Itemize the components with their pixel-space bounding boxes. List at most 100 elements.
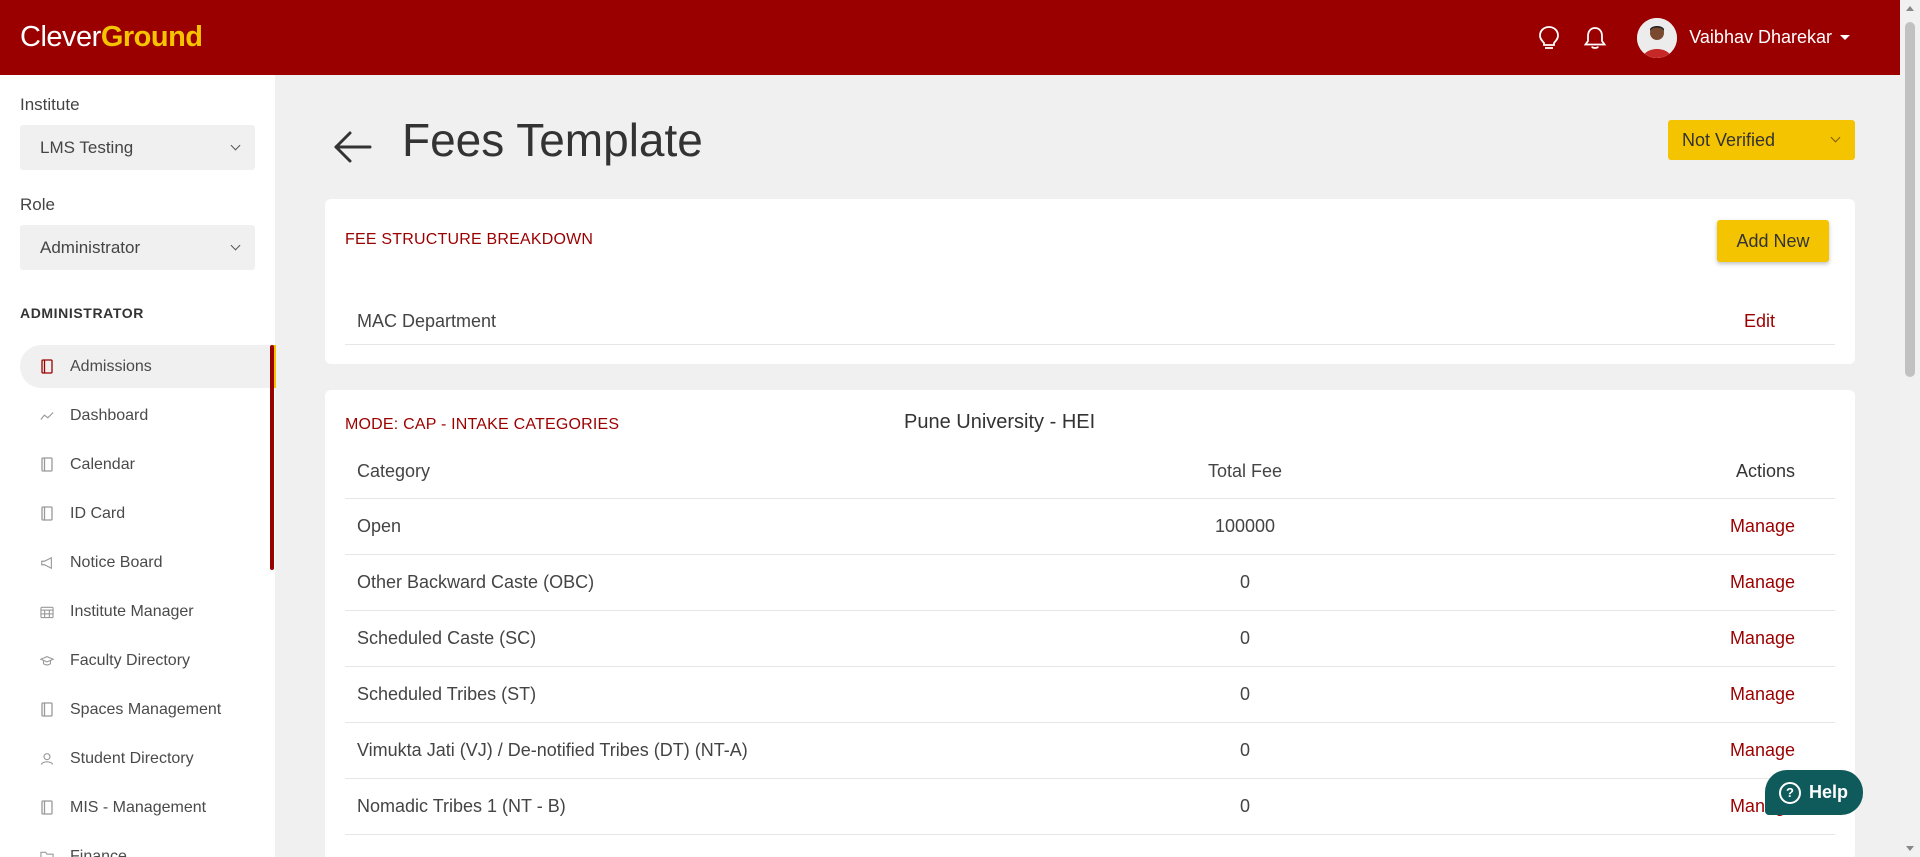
question-mark-icon: ? <box>1779 781 1801 804</box>
trend-line-icon <box>40 408 54 424</box>
intake-categories-card: MODE: CAP - INTAKE CATEGORIES Pune Unive… <box>325 390 1855 857</box>
clever-ground-logo[interactable]: CleverGround <box>20 21 203 54</box>
sidebar-item-spaces-management[interactable]: Spaces Management <box>20 688 270 731</box>
role-select[interactable]: Administrator <box>20 225 255 270</box>
sidebar-item-label: Faculty Directory <box>70 651 191 669</box>
table-row: Scheduled Caste (SC) 0 Manage <box>345 611 1835 667</box>
add-new-button[interactable]: Add New <box>1717 220 1829 262</box>
page-scrollbar[interactable] <box>1900 0 1920 857</box>
role-label: Role <box>20 195 55 214</box>
university-name: Pune University - HEI <box>904 411 1096 433</box>
table-row: Scheduled Tribes (ST) 0 Manage <box>345 667 1835 723</box>
calendar-grid-icon <box>40 604 54 620</box>
category-cell: Vimukta Jati (VJ) / De-notified Tribes (… <box>357 740 748 760</box>
institute-label: Institute <box>20 95 80 114</box>
top-bar: CleverGround Vaibhav Dharekar <box>0 0 1900 75</box>
sidebar-item-label: Institute Manager <box>70 602 194 620</box>
institute-select-value: LMS Testing <box>40 137 134 157</box>
sidebar-item-label: Student Directory <box>70 749 194 767</box>
category-cell: Scheduled Tribes (ST) <box>357 684 537 704</box>
book-icon <box>40 506 54 522</box>
user-name[interactable]: Vaibhav Dharekar <box>1689 27 1832 48</box>
logo-text-clever: Clever <box>20 21 101 53</box>
table-row: Nomadic Tribes 1 (NT - B) 0 Manage <box>345 779 1835 835</box>
sidebar: Institute LMS Testing Role Administrator… <box>0 75 276 857</box>
fee-structure-row: MAC Department Edit <box>345 298 1835 345</box>
sidebar-item-label: ID Card <box>70 504 126 522</box>
scroll-down-arrow-icon[interactable] <box>1906 846 1914 851</box>
edit-link[interactable]: Edit <box>1744 298 1775 345</box>
sidebar-item-student-directory[interactable]: Student Directory <box>20 737 270 780</box>
verification-status-dropdown[interactable]: Not Verified <box>1668 120 1855 160</box>
chevron-down-icon <box>1830 132 1841 143</box>
book-icon <box>40 457 54 473</box>
lightbulb-icon[interactable] <box>1535 24 1563 52</box>
page-title: Fees Template <box>402 114 703 166</box>
column-header-total-fee: Total Fee <box>1207 461 1283 481</box>
department-name: MAC Department <box>357 310 497 331</box>
megaphone-icon <box>40 555 54 571</box>
chevron-down-icon <box>230 240 241 251</box>
user-icon <box>40 751 54 767</box>
table-header: Category Total Fee Actions <box>345 445 1835 499</box>
graduation-cap-icon <box>40 653 54 669</box>
book-icon <box>40 702 54 718</box>
institute-select[interactable]: LMS Testing <box>20 125 255 170</box>
sidebar-item-institute-manager[interactable]: Institute Manager <box>20 590 270 633</box>
folder-icon <box>40 849 54 857</box>
total-fee-cell: 0 <box>1239 628 1250 648</box>
manage-link[interactable]: Manage <box>1730 684 1795 704</box>
manage-link[interactable]: Manage <box>1730 572 1795 592</box>
table-row: Open 100000 Manage <box>345 499 1835 555</box>
manage-link[interactable]: Manage <box>1730 628 1795 648</box>
scrollbar-thumb[interactable] <box>1905 22 1915 377</box>
sidebar-item-id-card[interactable]: ID Card <box>20 492 270 535</box>
category-cell: Nomadic Tribes 1 (NT - B) <box>357 796 566 816</box>
category-cell: Scheduled Caste (SC) <box>357 628 537 648</box>
sidebar-item-label: Admissions <box>70 357 152 375</box>
sidebar-item-admissions[interactable]: Admissions <box>20 345 276 388</box>
total-fee-cell: 0 <box>1239 796 1250 816</box>
sidebar-nav: Admissions Dashboard Calendar ID Card No… <box>20 345 276 857</box>
manage-link[interactable]: Manage <box>1730 516 1795 536</box>
help-button[interactable]: ? Help <box>1765 770 1863 815</box>
sidebar-item-label: Notice Board <box>70 553 163 571</box>
book-icon <box>40 359 54 375</box>
manage-link[interactable]: Manage <box>1730 740 1795 760</box>
total-fee-cell: 100000 <box>1214 516 1276 536</box>
category-cell: Open <box>357 516 402 536</box>
scroll-up-arrow-icon[interactable] <box>1906 6 1914 11</box>
column-header-category: Category <box>357 461 431 481</box>
user-menu-chevron-icon[interactable] <box>1840 35 1850 40</box>
sidebar-item-faculty-directory[interactable]: Faculty Directory <box>20 639 270 682</box>
total-fee-cell: 0 <box>1239 740 1250 760</box>
intake-categories-table: Category Total Fee Actions Open 100000 M… <box>345 445 1835 835</box>
sidebar-item-label: Finance <box>70 847 127 857</box>
chevron-down-icon <box>230 140 241 151</box>
sidebar-item-label: MIS - Management <box>70 798 207 816</box>
user-avatar[interactable] <box>1637 17 1678 58</box>
sidebar-item-label: Calendar <box>70 455 135 473</box>
sidebar-item-calendar[interactable]: Calendar <box>20 443 270 486</box>
sidebar-item-notice-board[interactable]: Notice Board <box>20 541 270 584</box>
column-header-actions: Actions <box>1735 461 1795 481</box>
sidebar-section-title: ADMINISTRATOR <box>20 305 144 321</box>
sidebar-item-label: Spaces Management <box>70 700 222 718</box>
bell-icon[interactable] <box>1581 24 1609 52</box>
sidebar-item-label: Dashboard <box>70 406 149 424</box>
category-cell: Other Backward Caste (OBC) <box>357 572 595 592</box>
sidebar-item-finance[interactable]: Finance <box>20 835 270 857</box>
user-area: Vaibhav Dharekar <box>1535 0 1850 75</box>
back-arrow-icon[interactable] <box>332 125 374 167</box>
book-icon <box>40 800 54 816</box>
role-select-value: Administrator <box>40 237 141 257</box>
logo-text-ground: Ground <box>100 21 203 53</box>
sidebar-item-dashboard[interactable]: Dashboard <box>20 394 270 437</box>
sidebar-scrollbar[interactable] <box>270 345 274 570</box>
fee-structure-card: FEE STRUCTURE BREAKDOWN Add New MAC Depa… <box>325 199 1855 364</box>
intake-mode-title: MODE: CAP - INTAKE CATEGORIES <box>345 416 620 433</box>
sidebar-item-mis-management[interactable]: MIS - Management <box>20 786 270 829</box>
table-row: Other Backward Caste (OBC) 0 Manage <box>345 555 1835 611</box>
verification-status-value: Not Verified <box>1682 129 1776 150</box>
table-row: Vimukta Jati (VJ) / De-notified Tribes (… <box>345 723 1835 779</box>
